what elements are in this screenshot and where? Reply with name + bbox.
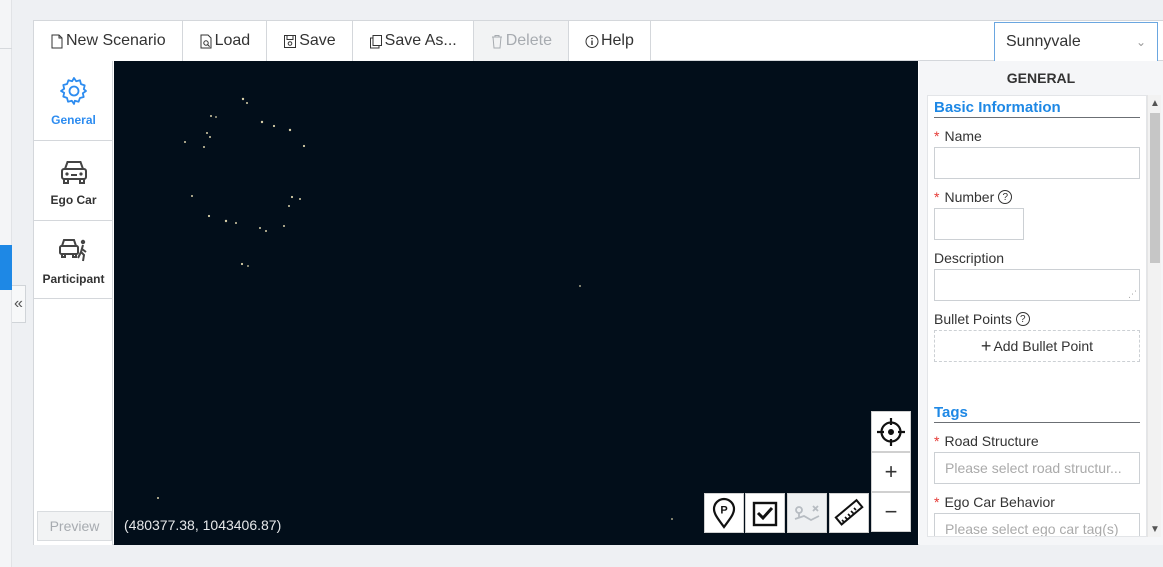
help-circle-icon[interactable]: ? — [998, 190, 1013, 204]
plus-icon: + — [884, 459, 898, 484]
zoom-out-button[interactable]: − — [871, 492, 911, 532]
parking-pin-icon: P — [712, 497, 736, 529]
coordinate-readout: (480377.38, 1043406.87) — [124, 517, 282, 533]
new-scenario-label: New Scenario — [66, 32, 166, 49]
minus-icon: − — [884, 499, 898, 524]
locate-button[interactable] — [871, 411, 911, 452]
delete-button[interactable]: Delete — [473, 21, 569, 61]
add-bullet-point-button[interactable]: + Add Bullet Point — [934, 330, 1140, 362]
save-as-label: Save As... — [384, 32, 457, 49]
svg-text:P: P — [720, 505, 727, 517]
properties-panel: GENERAL Basic Information * Name * Number?… — [919, 61, 1163, 545]
tab-ego-car[interactable]: Ego Car — [34, 141, 113, 221]
info-icon — [585, 34, 599, 48]
parking-pin-button[interactable]: P — [704, 493, 744, 533]
checkbox-icon — [752, 501, 778, 527]
double-chevron-left-icon: « — [14, 295, 23, 312]
load-button[interactable]: Load — [182, 21, 268, 61]
participant-icon — [58, 238, 87, 261]
load-file-icon — [200, 34, 212, 48]
basic-info-heading: Basic Information — [934, 96, 1140, 118]
file-icon — [51, 34, 63, 48]
ruler-icon — [834, 498, 864, 526]
chevron-down-icon: ⌄ — [1135, 35, 1146, 49]
tab-participant[interactable]: Participant — [34, 221, 113, 299]
name-input[interactable] — [934, 147, 1140, 179]
tab-participant-label: Participant — [42, 271, 105, 286]
tab-general-label: General — [51, 112, 96, 127]
scenario-editor-panel: New Scenario Load Save Save As... Delete… — [33, 20, 1163, 545]
ego-car-behavior-select[interactable]: Please select ego car tag(s) — [934, 513, 1140, 536]
preview-label: Preview — [49, 518, 100, 534]
car-icon — [60, 160, 87, 184]
scrollbar-thumb[interactable] — [1150, 113, 1160, 263]
properties-scrollbar[interactable]: ▲ ▼ — [1147, 95, 1161, 537]
tab-ego-car-label: Ego Car — [50, 192, 97, 207]
tab-general[interactable]: General — [34, 61, 113, 141]
map-lights-layer — [157, 97, 673, 520]
tags-heading: Tags — [934, 401, 1140, 423]
bullet-points-label: Bullet Points? — [934, 311, 1140, 327]
new-scenario-button[interactable]: New Scenario — [34, 21, 183, 61]
city-select[interactable]: Sunnyvale ⌄ — [994, 22, 1158, 62]
crosshair-icon — [877, 417, 905, 446]
route-tool-button[interactable] — [787, 493, 827, 533]
map-canvas[interactable]: (480377.38, 1043406.87) P + − — [114, 61, 918, 545]
ego-car-behavior-label: * Ego Car Behavior — [934, 494, 1055, 510]
add-bullet-label: Add Bullet Point — [993, 338, 1094, 354]
zoom-in-button[interactable]: + — [871, 452, 911, 492]
city-select-value: Sunnyvale — [1006, 33, 1081, 50]
plus-icon: + — [980, 335, 992, 356]
number-label: * Number? — [934, 189, 1140, 205]
help-circle-icon[interactable]: ? — [1015, 312, 1030, 326]
gear-icon — [59, 76, 87, 105]
name-label: * Name — [934, 128, 982, 144]
copy-icon — [369, 34, 382, 48]
save-icon — [284, 34, 297, 48]
ruler-tool-button[interactable] — [829, 493, 869, 533]
save-label: Save — [299, 32, 336, 49]
delete-label: Delete — [505, 32, 552, 49]
save-button[interactable]: Save — [267, 21, 353, 61]
edge-accent-bar — [0, 245, 12, 290]
road-structure-label: * Road Structure — [934, 433, 1039, 449]
road-structure-select[interactable]: Please select road structur... — [934, 452, 1140, 484]
checkbox-tool-button[interactable] — [745, 493, 785, 533]
left-tab-nav: General Ego Car Participant Preview — [34, 61, 113, 545]
edge-divider — [0, 48, 12, 49]
help-label: Help — [600, 32, 634, 49]
properties-title: GENERAL — [1006, 70, 1076, 86]
resize-handle-icon[interactable]: ⋰ — [1128, 289, 1137, 300]
left-edge-strip — [0, 0, 12, 567]
route-icon — [794, 505, 820, 522]
save-as-button[interactable]: Save As... — [352, 21, 474, 61]
description-label: Description — [934, 250, 1005, 266]
description-textarea[interactable]: ⋰ — [934, 269, 1140, 301]
properties-form: Basic Information * Name * Number? Descrip… — [927, 95, 1147, 537]
collapse-sidebar-button[interactable]: « — [12, 285, 26, 323]
load-label: Load — [214, 32, 251, 49]
chevron-down-icon[interactable]: ▼ — [1148, 521, 1162, 537]
number-input[interactable] — [934, 208, 1024, 240]
chevron-up-icon[interactable]: ▲ — [1148, 95, 1162, 111]
help-button[interactable]: Help — [568, 21, 651, 61]
preview-button[interactable]: Preview — [37, 511, 112, 541]
trash-icon — [491, 34, 502, 48]
